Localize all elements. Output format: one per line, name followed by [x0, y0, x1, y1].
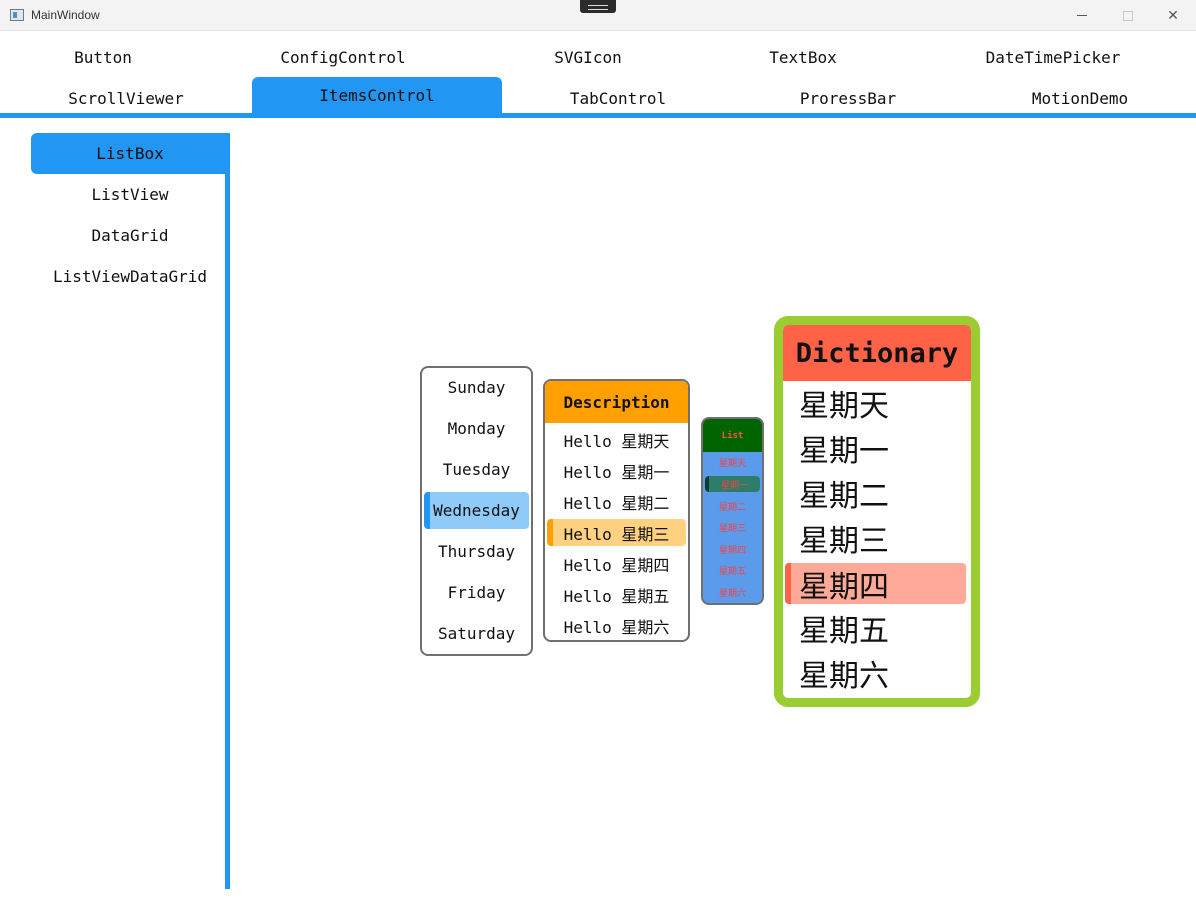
list-item[interactable]: Thursday	[424, 533, 529, 570]
list-item[interactable]: Tuesday	[424, 451, 529, 488]
tab-scroll-viewer[interactable]: ScrollViewer	[0, 79, 252, 117]
window-title: MainWindow	[31, 8, 100, 22]
days-listbox[interactable]: Sunday Monday Tuesday Wednesday Thursday…	[420, 366, 533, 656]
list-item[interactable]: Friday	[424, 574, 529, 611]
minimize-button[interactable]	[1059, 0, 1105, 31]
list-item[interactable]: 星期二	[705, 498, 760, 514]
list-item-selected[interactable]: Hello 星期三	[547, 519, 686, 546]
list-item[interactable]: 星期二	[785, 472, 966, 514]
list-item[interactable]: Hello 星期二	[547, 488, 686, 515]
close-icon: ✕	[1167, 7, 1179, 24]
tab-items-control[interactable]: ItemsControl	[252, 77, 502, 114]
list-item-selected[interactable]: 星期四	[785, 563, 966, 605]
list-item-selected[interactable]: Wednesday	[424, 492, 529, 529]
list-item[interactable]: 星期天	[785, 382, 966, 424]
list-item[interactable]: 星期三	[785, 517, 966, 559]
list-item[interactable]: Monday	[424, 410, 529, 447]
tab-text-box[interactable]: TextBox	[703, 38, 903, 76]
tab-tab-control[interactable]: TabControl	[518, 79, 718, 117]
list-item-selected[interactable]: 星期一	[705, 476, 760, 492]
tab-config-control[interactable]: ConfigControl	[228, 38, 458, 76]
sidebar-item-listview[interactable]: ListView	[31, 174, 229, 215]
list-item[interactable]: 星期一	[785, 427, 966, 469]
list-item[interactable]: 星期四	[705, 541, 760, 557]
list-item[interactable]: 星期五	[705, 562, 760, 578]
snap-grip-handle[interactable]	[580, 0, 616, 13]
small-list-header: List	[703, 419, 762, 452]
list-item[interactable]: Hello 星期天	[547, 426, 686, 453]
list-item[interactable]: 星期天	[705, 454, 760, 470]
list-item[interactable]: 星期六	[705, 584, 760, 600]
tab-date-time-picker[interactable]: DateTimePicker	[938, 38, 1168, 76]
list-item[interactable]: Hello 星期五	[547, 581, 686, 608]
list-item[interactable]: Hello 星期四	[547, 550, 686, 577]
sidebar-item-datagrid[interactable]: DataGrid	[31, 215, 229, 256]
sidebar-divider	[225, 133, 230, 889]
title-bar[interactable]: MainWindow ✕	[0, 0, 1196, 31]
list-item[interactable]: Hello 星期六	[547, 612, 686, 639]
description-listbox[interactable]: Description Hello 星期天 Hello 星期一 Hello 星期…	[543, 379, 690, 642]
list-item[interactable]: 星期六	[785, 652, 966, 694]
description-header: Description	[545, 381, 688, 423]
list-item[interactable]: 星期三	[705, 519, 760, 535]
list-item[interactable]: Saturday	[424, 615, 529, 652]
tab-button[interactable]: Button	[0, 38, 206, 76]
sidebar-item-listview-datagrid[interactable]: ListViewDataGrid	[31, 256, 229, 297]
dictionary-header: Dictionary	[783, 325, 971, 381]
list-item[interactable]: 星期五	[785, 607, 966, 649]
dictionary-listbox[interactable]: Dictionary 星期天 星期一 星期二 星期三 星期四 星期五 星期六	[774, 316, 980, 707]
tab-progress-bar[interactable]: ProressBar	[748, 79, 948, 117]
minimize-icon	[1077, 15, 1087, 16]
small-listbox[interactable]: List 星期天 星期一 星期二 星期三 星期四 星期五 星期六	[701, 417, 764, 605]
sidebar-item-listbox[interactable]: ListBox	[31, 133, 229, 174]
maximize-icon	[1123, 10, 1133, 21]
tab-strip-underline	[0, 113, 1196, 118]
tab-svg-icon[interactable]: SVGIcon	[488, 38, 688, 76]
close-button[interactable]: ✕	[1150, 0, 1196, 31]
tab-motion-demo[interactable]: MotionDemo	[980, 79, 1180, 117]
list-item[interactable]: Hello 星期一	[547, 457, 686, 484]
list-item[interactable]: Sunday	[424, 369, 529, 406]
maximize-button[interactable]	[1105, 0, 1151, 31]
app-window-icon	[10, 9, 24, 21]
